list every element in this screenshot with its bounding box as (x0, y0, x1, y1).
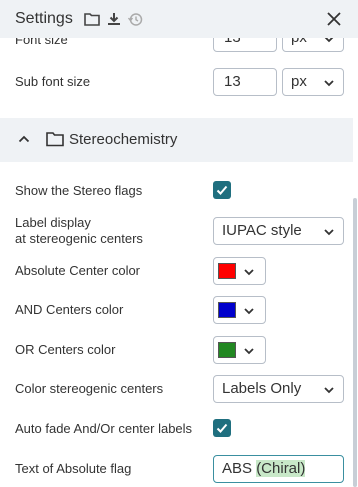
chevron-down-icon (244, 269, 254, 276)
chevron-down-icon (324, 80, 334, 87)
and-centers-color-select[interactable] (213, 296, 266, 324)
settings-header: Settings (0, 0, 358, 38)
and-centers-color-label: AND Centers color (15, 302, 124, 317)
sub-font-size-input[interactable]: 13 (213, 68, 277, 96)
chevron-down-icon (324, 229, 334, 236)
settings-title: Settings (15, 10, 73, 27)
folder-icon (46, 132, 64, 147)
chevron-down-icon (324, 38, 334, 43)
chevron-down-icon (244, 348, 254, 355)
label-display-value: IUPAC style (222, 222, 302, 239)
abs-color-swatch (218, 263, 236, 279)
abs-center-color-label: Absolute Center color (15, 263, 141, 278)
abs-flag-text-selection: (Chiral) (256, 460, 306, 477)
auto-fade-checkbox[interactable] (213, 419, 231, 437)
and-color-swatch (218, 302, 236, 318)
or-color-swatch (218, 342, 236, 358)
chevron-down-icon (244, 308, 254, 315)
font-size-label: Font size (15, 38, 68, 47)
abs-center-color-row: Absolute Center color (15, 263, 345, 279)
chevron-down-icon (324, 387, 334, 394)
font-size-value: 13 (224, 38, 241, 46)
color-stereogenic-centers-label: Color stereogenic centers (15, 381, 164, 396)
check-icon (216, 185, 228, 195)
auto-fade-label: Auto fade And/Or center labels (15, 421, 193, 436)
color-stereogenic-centers-select[interactable]: Labels Only (213, 375, 344, 403)
show-stereo-flags-label: Show the Stereo flags (15, 183, 143, 198)
check-icon (216, 423, 228, 433)
abs-flag-text-input[interactable]: ABS (Chiral) (213, 455, 344, 483)
abs-center-color-select[interactable] (213, 257, 266, 285)
scrollbar[interactable] (353, 38, 358, 487)
sub-font-size-label: Sub font size (15, 74, 91, 89)
label-display-label-line1: Label display (15, 215, 91, 230)
or-centers-color-select[interactable] (213, 336, 266, 364)
label-display-label-line2: at stereogenic centers (15, 231, 143, 246)
or-centers-color-label: OR Centers color (15, 342, 116, 357)
font-size-unit-value: px (291, 38, 307, 46)
font-size-input[interactable]: 13 (213, 38, 277, 52)
auto-fade-row: Auto fade And/Or center labels (15, 421, 345, 437)
font-size-unit-select[interactable]: px (282, 38, 344, 52)
sub-font-size-unit-select[interactable]: px (282, 68, 344, 96)
sub-font-size-value: 13 (224, 73, 241, 90)
abs-flag-text-plain: ABS (222, 460, 257, 477)
download-icon[interactable] (105, 10, 123, 28)
history-icon[interactable] (127, 10, 145, 28)
show-stereo-flags-checkbox[interactable] (213, 181, 231, 199)
abs-flag-text-label: Text of Absolute flag (15, 461, 132, 476)
scrollbar-thumb[interactable] (353, 198, 357, 487)
sub-font-size-unit-value: px (291, 73, 307, 90)
chevron-up-icon[interactable] (18, 133, 30, 145)
label-display-select[interactable]: IUPAC style (213, 217, 344, 245)
or-centers-color-row: OR Centers color (15, 342, 345, 358)
settings-content[interactable]: Font size 13 px Sub font size 13 px Ster… (0, 38, 353, 487)
folder-icon[interactable] (83, 10, 101, 28)
stereochemistry-section-header[interactable]: Stereochemistry (0, 118, 353, 162)
show-stereo-flags-row: Show the Stereo flags (15, 183, 345, 199)
section-title: Stereochemistry (69, 131, 178, 148)
close-icon[interactable] (324, 9, 344, 29)
color-stereogenic-centers-value: Labels Only (222, 380, 302, 397)
and-centers-color-row: AND Centers color (15, 302, 345, 318)
